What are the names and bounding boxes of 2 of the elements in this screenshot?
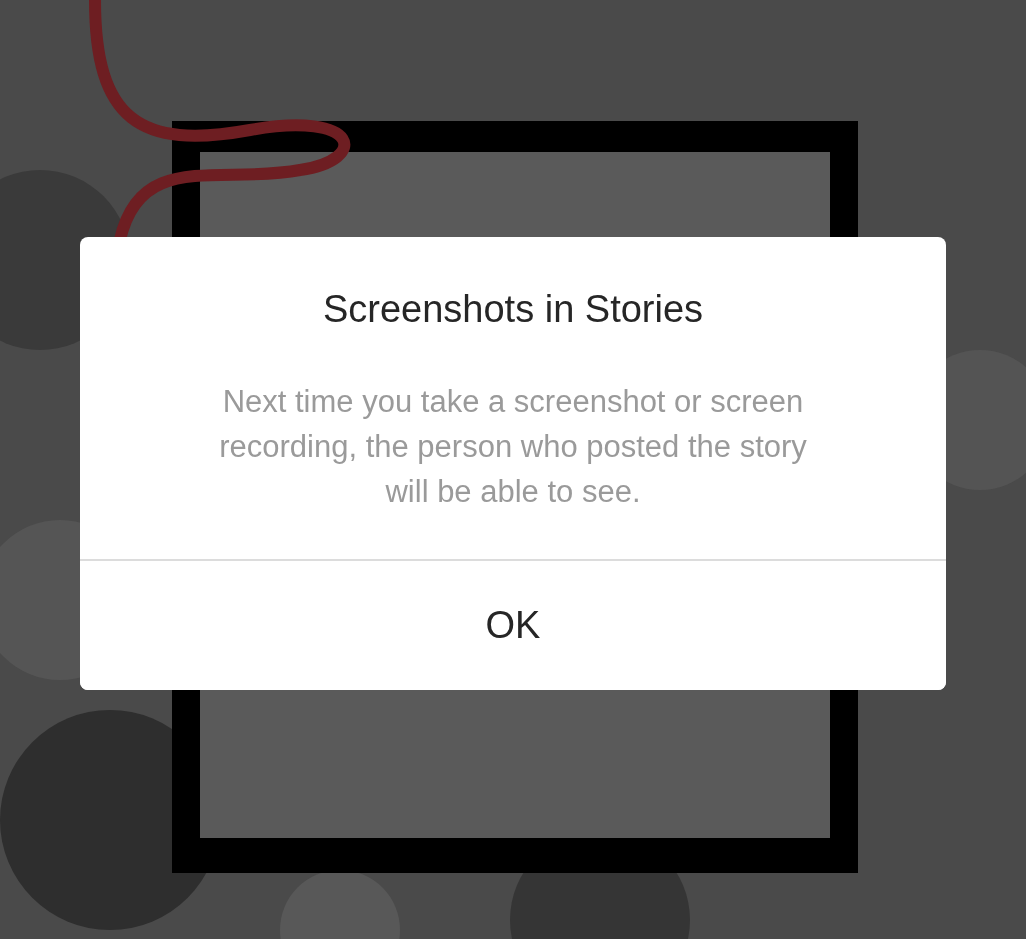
dialog-message: Next time you take a screenshot or screen recording, the person who posted the story will be able to see.: [218, 383, 808, 511]
dialog-title: Screenshots in Stories: [322, 287, 704, 332]
